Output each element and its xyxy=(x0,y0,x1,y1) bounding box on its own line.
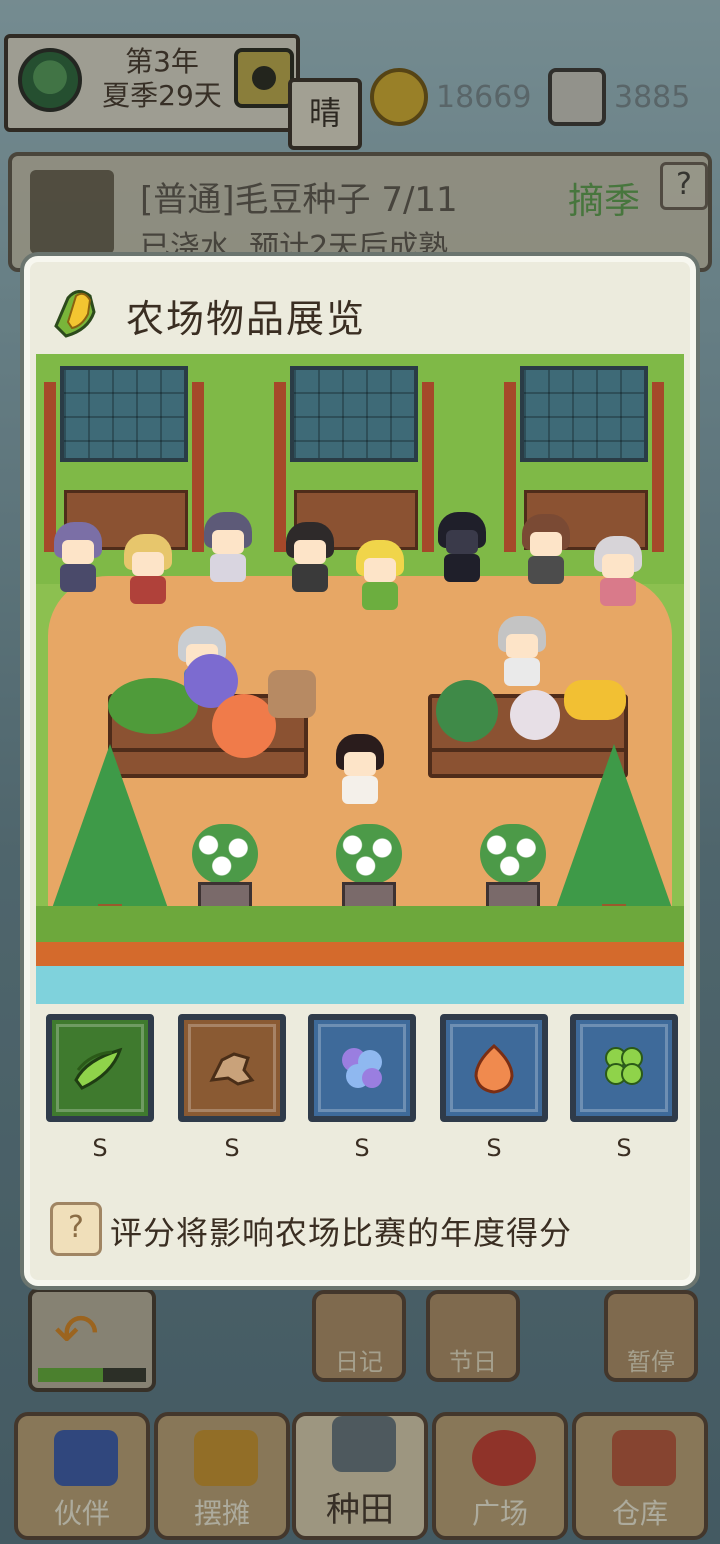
villager-character xyxy=(354,540,406,610)
item-slot-ginger[interactable] xyxy=(178,1014,286,1122)
blue-flower-icon xyxy=(342,1048,382,1088)
villager-character xyxy=(592,536,644,606)
item-slot-edamame[interactable] xyxy=(46,1014,154,1122)
tip-text: 评分将影响农场比赛的年度得分 xyxy=(110,1214,573,1252)
exhibit-item-slots: S S S S S xyxy=(46,1014,682,1174)
dirt-cliff xyxy=(36,942,684,968)
villager-character xyxy=(436,512,488,582)
villager-character xyxy=(202,512,254,582)
onion-icon xyxy=(474,1043,514,1094)
score-tip: ? 评分将影响农场比赛的年度得分 xyxy=(50,1200,670,1260)
judge-character xyxy=(496,616,548,686)
turnip-display xyxy=(510,690,560,740)
villager-character xyxy=(52,522,104,592)
farm-exhibition-dialog: 农场物品展览 S S S S S ? 评分将影响农场比赛的年度得分 xyxy=(24,256,696,1286)
exhibition-scene xyxy=(36,354,684,1004)
item-grade: S xyxy=(486,1134,502,1162)
villager-character xyxy=(284,522,336,592)
item-slot-clover[interactable] xyxy=(570,1014,678,1122)
item-slot-onion[interactable] xyxy=(440,1014,548,1122)
corn-icon xyxy=(54,290,96,338)
item-grade: S xyxy=(354,1134,370,1162)
help-icon[interactable]: ? xyxy=(50,1202,102,1256)
clover-icon xyxy=(605,1047,643,1085)
villager-character xyxy=(520,514,572,584)
item-grade: S xyxy=(616,1134,632,1162)
water-edge xyxy=(36,966,684,1004)
onion-display xyxy=(212,694,276,758)
player-character xyxy=(334,734,386,804)
item-slot-blue-flower[interactable] xyxy=(308,1014,416,1122)
grass-edge xyxy=(36,906,684,946)
dialog-title: 农场物品展览 xyxy=(126,297,367,341)
ginger-display xyxy=(268,670,316,718)
corn-display xyxy=(564,680,626,720)
edamame-icon xyxy=(74,1047,123,1090)
item-grade: S xyxy=(224,1134,240,1162)
watermelon-display xyxy=(436,680,498,742)
dialog-header: 农场物品展览 xyxy=(42,278,682,348)
villager-character xyxy=(122,534,174,604)
ginger-icon xyxy=(209,1052,255,1086)
item-grade: S xyxy=(92,1134,108,1162)
